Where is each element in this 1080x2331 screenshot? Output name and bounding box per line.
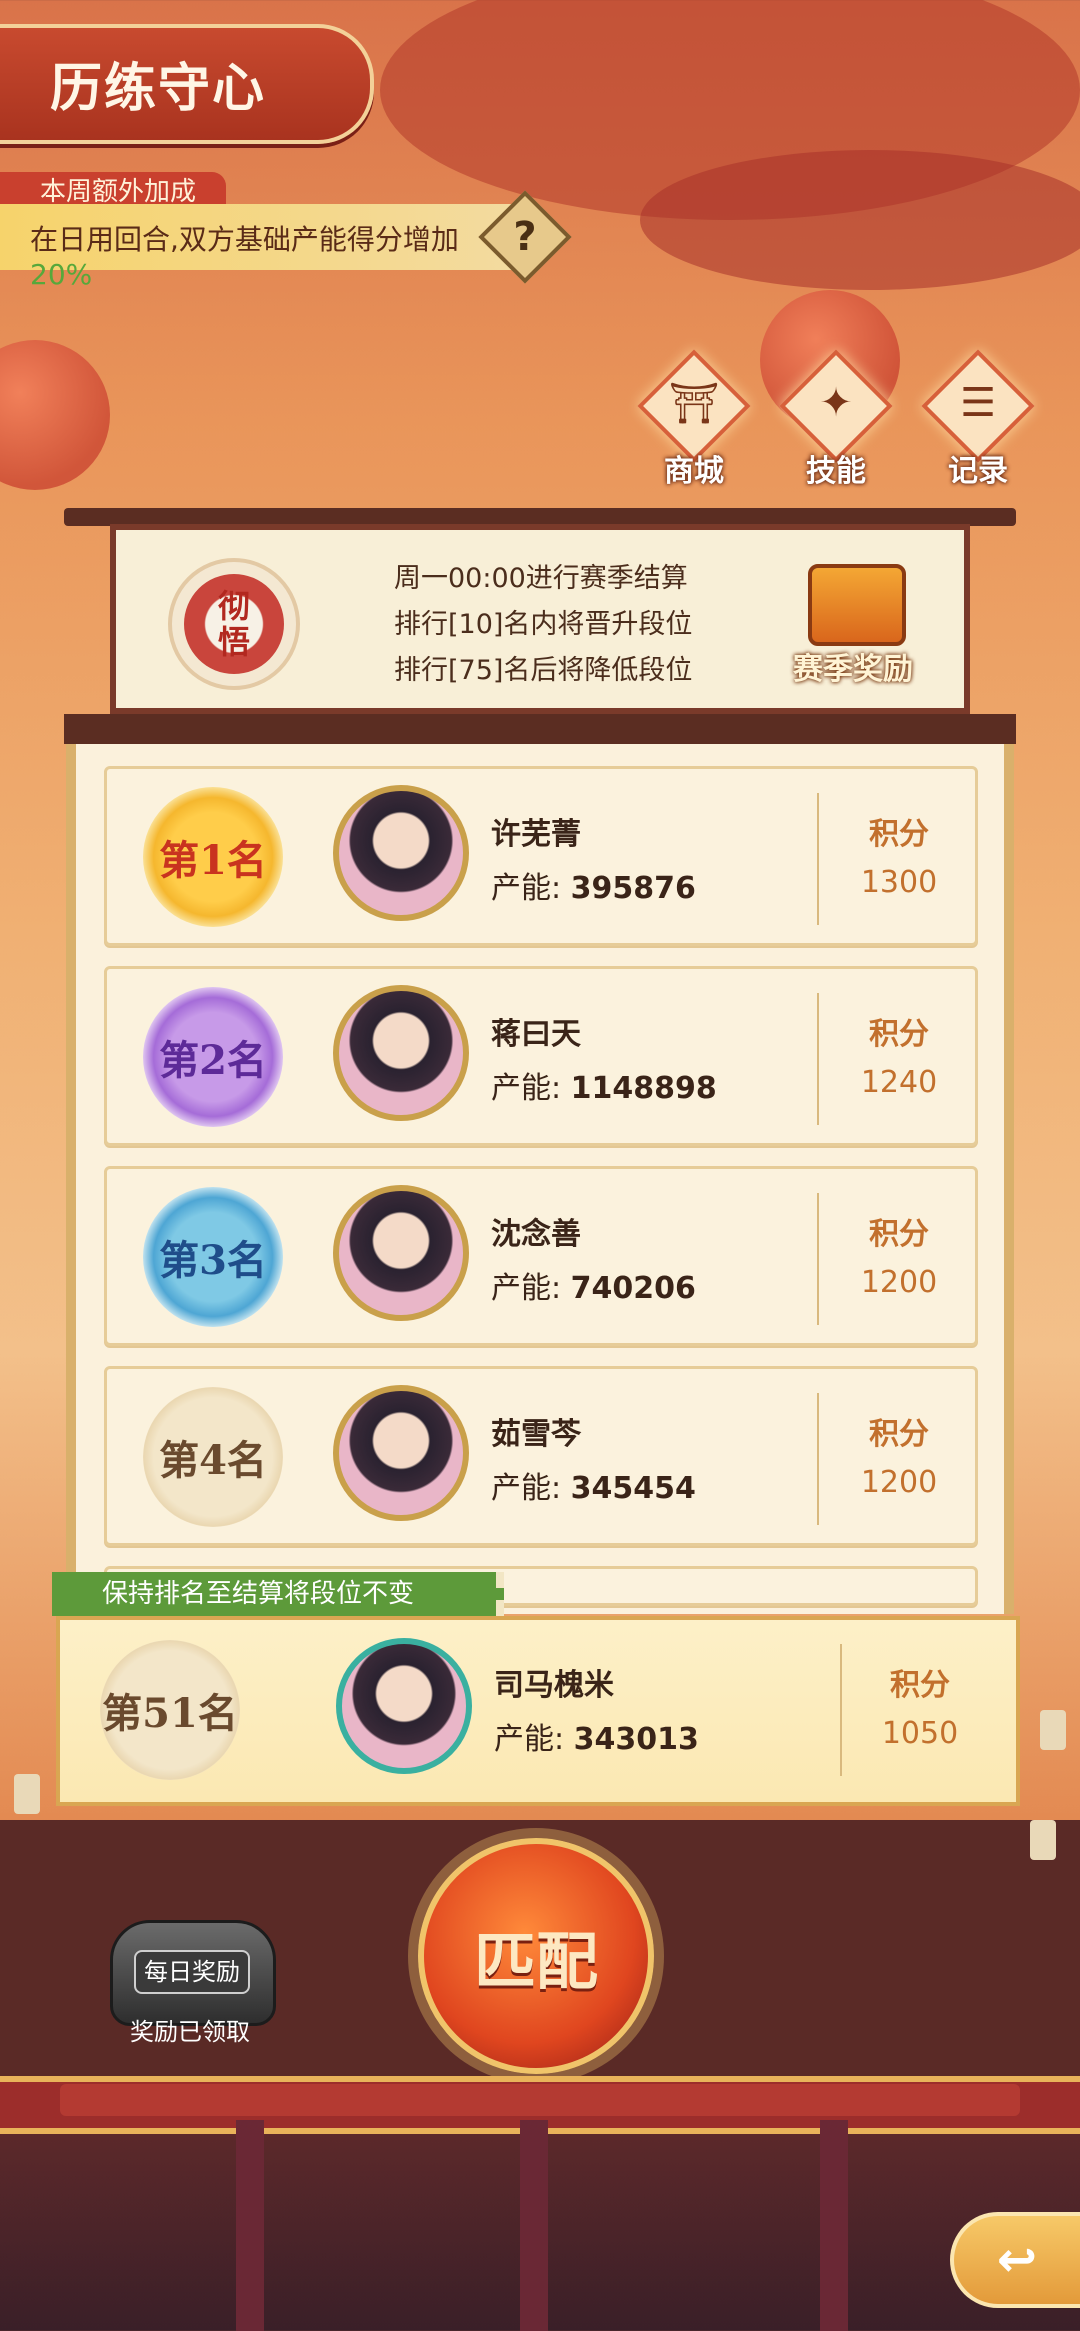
rank-badge-blue: 第3名	[143, 1187, 283, 1327]
power-prefix: 产能:	[494, 1722, 574, 1757]
power-prefix: 产能:	[491, 871, 571, 906]
season-rule-demotion: 排行[75]名后将降低段位	[394, 655, 693, 686]
seal-char-2: 悟	[217, 623, 250, 661]
skill-glyph: ✦	[819, 380, 853, 426]
score-label: 积分	[869, 1017, 929, 1052]
player-avatar	[333, 1379, 473, 1529]
record-glyph: ☰	[960, 380, 996, 426]
ranking-row-4[interactable]: 第4名 茹雪芩 产能: 345454 积分 1200	[104, 1366, 978, 1546]
lantern-decoration	[0, 340, 110, 490]
player-avatar	[333, 979, 473, 1129]
pillar-decoration	[520, 2120, 548, 2331]
player-name: 沈念善	[491, 1217, 581, 1252]
score-label: 积分	[869, 1417, 929, 1452]
season-reward-label: 赛季奖励	[793, 652, 913, 687]
player-avatar	[333, 779, 473, 929]
avatar-portrait	[333, 1385, 469, 1521]
my-ranking-row[interactable]: 第51名 司马槐米 产能: 343013 积分 1050	[56, 1616, 1020, 1806]
power-value: 1148898	[570, 1071, 717, 1106]
ranking-row-1[interactable]: 第1名 许芜菁 产能: 395876 积分 1300	[104, 766, 978, 946]
candle-decoration	[14, 1774, 40, 1814]
my-name: 司马槐米	[494, 1668, 614, 1703]
back-button[interactable]: ↩	[950, 2212, 1080, 2308]
bonus-percentage: 20%	[30, 258, 93, 291]
score-value: 1300	[860, 865, 938, 900]
pillar-decoration	[820, 2120, 848, 2331]
candle-decoration	[1030, 1820, 1056, 1860]
rank-badge-gold: 第1名	[143, 787, 283, 927]
player-name: 蒋曰天	[491, 1017, 581, 1052]
power-value: 343013	[573, 1722, 699, 1757]
ranking-row-3[interactable]: 第3名 沈念善 产能: 740206 积分 1200	[104, 1166, 978, 1346]
weekly-bonus-bar: 在日用回合,双方基础产能得分增加20%	[0, 204, 520, 291]
player-name: 许芜菁	[491, 817, 581, 852]
my-avatar	[336, 1632, 476, 1782]
power-prefix: 产能:	[491, 1071, 571, 1106]
question-icon: ?	[513, 214, 537, 260]
season-reward-button[interactable]: 赛季奖励	[788, 556, 918, 706]
score-label: 积分	[869, 1217, 929, 1252]
shop-glyph: ⛩	[668, 381, 720, 427]
bonus-description: 在日用回合,双方基础产能得分增加	[30, 223, 459, 256]
player-power: 产能: 395876	[491, 863, 696, 907]
avatar-portrait	[336, 1638, 472, 1774]
floor-inner	[60, 2084, 1020, 2116]
seal-emblem: 彻 悟	[184, 574, 284, 674]
rank-badge-purple: 第2名	[143, 987, 283, 1127]
score-value: 1200	[860, 1265, 938, 1300]
avatar-portrait	[333, 1185, 469, 1321]
shop-label: 商城	[664, 454, 724, 489]
score-label: 积分	[890, 1668, 950, 1703]
player-power: 产能: 345454	[491, 1463, 696, 1507]
rank-badge-plain: 第4名	[143, 1387, 283, 1527]
weekly-bonus-text: 在日用回合,双方基础产能得分增加20%	[30, 218, 520, 291]
my-rank-badge: 第51名	[100, 1640, 240, 1780]
score-label: 积分	[869, 817, 929, 852]
rank-tier-seal: 彻 悟	[168, 558, 300, 690]
avatar-portrait	[333, 785, 469, 921]
page-title: 历练守心	[50, 58, 267, 119]
panel-beam	[64, 714, 1016, 744]
my-score-value: 1050	[881, 1716, 959, 1751]
candle-decoration	[1040, 1710, 1066, 1750]
power-value: 395876	[570, 871, 696, 906]
score-value: 1200	[860, 1465, 938, 1500]
pillar-decoration	[236, 2120, 264, 2331]
season-rule-settlement: 周一00:00进行赛季结算	[394, 563, 688, 594]
daily-reward-label: 每日奖励	[134, 1950, 250, 1994]
ranking-row-2[interactable]: 第2名 蒋曰天 产能: 1148898 积分 1240	[104, 966, 978, 1146]
score-value: 1240	[860, 1065, 938, 1100]
record-button[interactable]: ☰ 记录	[921, 349, 1035, 489]
cloud-decoration	[640, 150, 1080, 290]
treasure-chest-icon	[808, 564, 906, 646]
match-label: 匹配	[473, 1925, 598, 1998]
power-value: 345454	[570, 1471, 696, 1506]
keep-rank-notice: 保持排名至结算将段位不变	[52, 1572, 504, 1616]
skill-button[interactable]: ✦ 技能	[779, 349, 893, 489]
player-name: 茹雪芩	[491, 1417, 581, 1452]
avatar-portrait	[333, 985, 469, 1121]
player-avatar	[333, 1179, 473, 1329]
match-button[interactable]: 匹配	[418, 1838, 654, 2074]
seal-char-1: 彻	[217, 587, 250, 625]
power-prefix: 产能:	[491, 1271, 571, 1306]
shop-button[interactable]: ⛩ 商城	[637, 349, 751, 489]
title-banner: 历练守心	[0, 24, 374, 144]
power-prefix: 产能:	[491, 1471, 571, 1506]
skill-label: 技能	[806, 454, 866, 489]
record-label: 记录	[948, 454, 1008, 489]
season-info-panel: 彻 悟 周一00:00进行赛季结算 排行[10]名内将晋升段位 排行[75]名后…	[110, 524, 970, 714]
my-power: 产能: 343013	[494, 1714, 699, 1758]
back-arrow-icon: ↩	[996, 2232, 1038, 2288]
daily-reward-status: 奖励已领取	[130, 2018, 250, 2046]
season-rule-promotion: 排行[10]名内将晋升段位	[394, 609, 693, 640]
player-power: 产能: 740206	[491, 1263, 696, 1307]
player-power: 产能: 1148898	[491, 1063, 717, 1107]
power-value: 740206	[570, 1271, 696, 1306]
